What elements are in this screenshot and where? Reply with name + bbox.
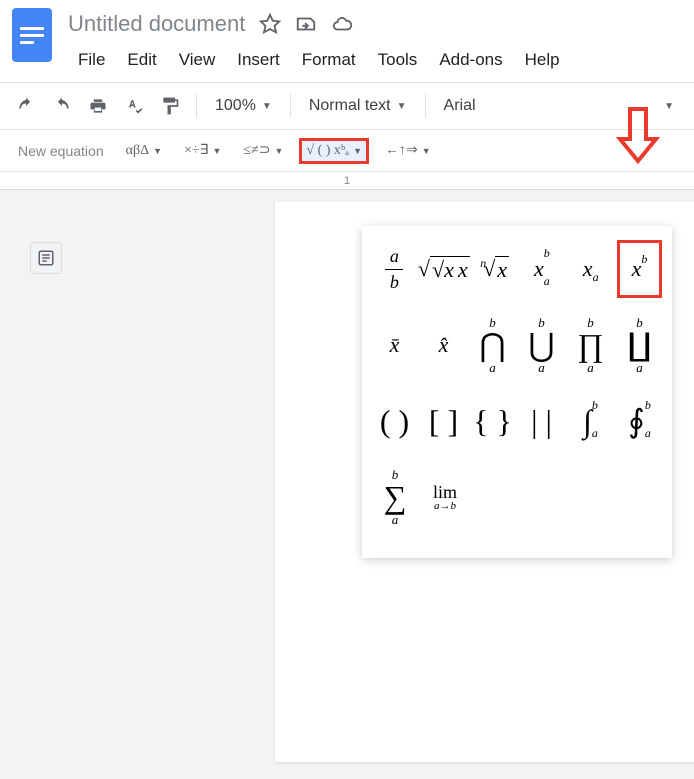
- greek-letters-dropdown[interactable]: αβΔ▼: [120, 139, 168, 163]
- menu-file[interactable]: File: [68, 44, 115, 76]
- print-button[interactable]: [84, 92, 112, 120]
- equation-toolbar: New equation αβΔ▼ ×÷∃▼ ≤≠⊃▼ √ ( ) xᵇₐ▼ ←…: [0, 130, 694, 172]
- math-operations-panel: ab √√xx n√x xba xa xb x̄ x̂ b⋂a b⋃a b∏a …: [362, 226, 672, 558]
- math-intersection[interactable]: b⋂a: [470, 316, 515, 374]
- chevron-down-icon: ▼: [262, 101, 272, 112]
- cloud-icon[interactable]: [331, 13, 353, 35]
- math-sum[interactable]: b∑a: [372, 468, 418, 526]
- docs-logo[interactable]: [12, 8, 52, 62]
- document-title[interactable]: Untitled document: [68, 11, 245, 37]
- math-superscript[interactable]: xb: [617, 240, 662, 298]
- relations-dropdown[interactable]: ≤≠⊃▼: [237, 138, 289, 163]
- math-parentheses[interactable]: ( ): [372, 392, 417, 450]
- math-nroot[interactable]: n√x: [471, 240, 516, 298]
- new-equation-button[interactable]: New equation: [18, 143, 104, 159]
- math-brackets[interactable]: [ ]: [421, 392, 466, 450]
- chevron-down-icon: ▼: [664, 101, 674, 112]
- zoom-dropdown[interactable]: 100%▼: [209, 93, 278, 119]
- math-limit[interactable]: lima→b: [422, 468, 468, 526]
- math-union[interactable]: b⋃a: [519, 316, 564, 374]
- menu-addons[interactable]: Add-ons: [429, 44, 512, 76]
- math-subscript[interactable]: xa: [568, 240, 613, 298]
- style-dropdown[interactable]: Normal text▼: [303, 93, 413, 119]
- annotation-arrow: [614, 105, 662, 165]
- math-integral[interactable]: ∫ba: [568, 392, 613, 450]
- undo-button[interactable]: [12, 92, 40, 120]
- font-dropdown[interactable]: Arial: [438, 93, 518, 119]
- menu-insert[interactable]: Insert: [227, 44, 290, 76]
- menubar: File Edit View Insert Format Tools Add-o…: [68, 44, 682, 76]
- arrows-dropdown[interactable]: ←↑⇒▼: [379, 138, 437, 163]
- menu-help[interactable]: Help: [515, 44, 570, 76]
- main-toolbar: 100%▼ Normal text▼ Arial ▼: [0, 82, 694, 130]
- menu-view[interactable]: View: [169, 44, 226, 76]
- math-subsuperscript[interactable]: xba: [520, 240, 565, 298]
- math-coproduct[interactable]: b∐a: [617, 316, 662, 374]
- star-icon[interactable]: [259, 13, 281, 35]
- math-xhat[interactable]: x̂: [421, 316, 466, 374]
- operators-dropdown[interactable]: ×÷∃▼: [178, 138, 227, 163]
- math-xbar[interactable]: x̄: [372, 316, 417, 374]
- math-sqrt[interactable]: √√xx: [421, 240, 467, 298]
- move-icon[interactable]: [295, 13, 317, 35]
- paint-format-button[interactable]: [156, 92, 184, 120]
- math-absolute[interactable]: | |: [519, 392, 564, 450]
- math-contour-integral[interactable]: ∮ba: [617, 392, 662, 450]
- redo-button[interactable]: [48, 92, 76, 120]
- menu-edit[interactable]: Edit: [117, 44, 166, 76]
- math-braces[interactable]: { }: [470, 392, 515, 450]
- math-operations-dropdown[interactable]: √ ( ) xᵇₐ▼: [299, 138, 369, 164]
- chevron-down-icon: ▼: [397, 101, 407, 112]
- ruler: 1: [0, 172, 694, 190]
- math-product[interactable]: b∏a: [568, 316, 613, 374]
- menu-format[interactable]: Format: [292, 44, 366, 76]
- menu-tools[interactable]: Tools: [368, 44, 428, 76]
- math-fraction[interactable]: ab: [372, 240, 417, 298]
- outline-icon[interactable]: [30, 242, 62, 274]
- spellcheck-button[interactable]: [120, 92, 148, 120]
